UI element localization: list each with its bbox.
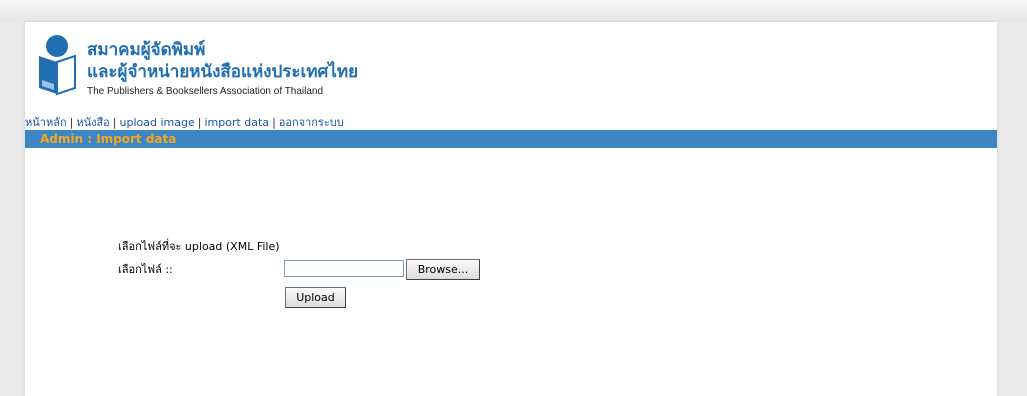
nav-link-import-data[interactable]: import data bbox=[204, 116, 269, 129]
section-title: Admin : Import data bbox=[40, 132, 177, 146]
association-logo bbox=[39, 35, 76, 96]
upload-caption: เลือกไฟล์ที่จะ upload (XML File) bbox=[118, 240, 280, 253]
page-container: สมาคมผู้จัดพิมพ์ และผู้จำหน่ายหนังสือแห่… bbox=[25, 22, 997, 396]
file-field-label: เลือกไฟล์ :: bbox=[118, 263, 173, 276]
file-path-input[interactable] bbox=[284, 260, 404, 277]
nav-link-books[interactable]: หนังสือ bbox=[76, 116, 109, 129]
top-nav: หน้าหลัก | หนังสือ | upload image | import dat… bbox=[25, 116, 344, 130]
org-name-thai-line1: สมาคมผู้จัดพิมพ์ bbox=[87, 40, 206, 60]
org-name-english: The Publishers & Booksellers Association… bbox=[87, 86, 324, 97]
nav-link-upload-image[interactable]: upload image bbox=[120, 116, 195, 129]
browse-button[interactable]: Browse... bbox=[406, 259, 480, 280]
nav-link-logout[interactable]: ออกจากระบบ bbox=[279, 116, 344, 129]
browser-top-strip bbox=[0, 0, 1027, 22]
nav-separator: | bbox=[69, 116, 74, 129]
upload-button[interactable]: Upload bbox=[285, 287, 346, 308]
org-name-thai-line2: และผู้จำหน่ายหนังสือแห่งประเทศไทย bbox=[87, 62, 359, 82]
section-header-bar: Admin : Import data bbox=[25, 130, 997, 148]
nav-separator: | bbox=[272, 116, 276, 129]
nav-separator: | bbox=[197, 116, 202, 129]
nav-link-home[interactable]: หน้าหลัก bbox=[25, 116, 67, 129]
nav-separator: | bbox=[112, 116, 117, 129]
